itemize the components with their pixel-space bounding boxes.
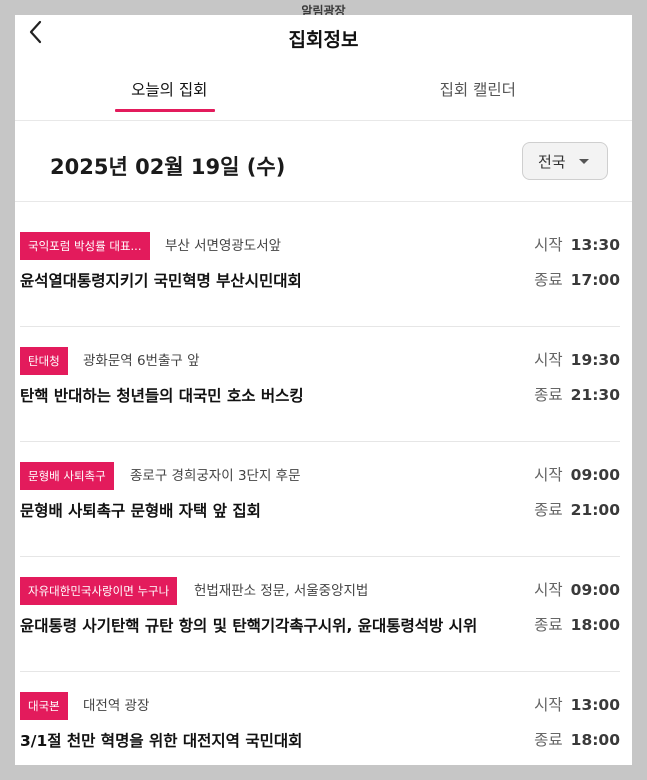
- start-time: 09:00: [570, 466, 620, 484]
- organizer-badge: 탄대청: [20, 347, 68, 375]
- organizer-badge: 문형배 사퇴촉구: [20, 462, 114, 490]
- event-item[interactable]: 국익포럼 박성률 대표... 부산 서면영광도서앞 윤석열대통령지키기 국민혁명…: [20, 202, 620, 327]
- start-time: 19:30: [570, 351, 620, 369]
- tab-today-rallies[interactable]: 오늘의 집회: [15, 65, 324, 120]
- region-selected-value: 전국: [538, 153, 566, 171]
- organizer-badge: 자유대한민국사랑이면 누구나: [20, 577, 178, 605]
- current-date: 2025년 02월 19일 (수): [50, 155, 286, 179]
- event-item[interactable]: 탄대청 광화문역 6번출구 앞 탄핵 반대하는 청년들의 대국민 호소 버스킹 …: [20, 327, 620, 442]
- tab-rally-calendar[interactable]: 집회 캘린더: [324, 65, 633, 120]
- event-title: 3/1절 천만 혁명을 위한 대전지역 국민대회: [20, 732, 303, 750]
- event-location: 헌법재판소 정문, 서울중앙지법: [194, 583, 369, 599]
- region-dropdown[interactable]: 전국: [522, 142, 608, 180]
- end-time: 21:00: [570, 501, 620, 519]
- page-title: 집회정보: [288, 29, 359, 51]
- event-location: 광화문역 6번출구 앞: [83, 353, 200, 369]
- event-title: 탄핵 반대하는 청년들의 대국민 호소 버스킹: [20, 387, 304, 405]
- tab-label: 오늘의 집회: [131, 81, 208, 99]
- start-time-row: 시작 19:30: [534, 349, 620, 371]
- tab-label: 집회 캘린더: [439, 81, 516, 99]
- start-time-row: 시작 09:00: [534, 464, 620, 486]
- end-time-row: 종료 21:30: [534, 384, 620, 406]
- active-tab-indicator: [115, 109, 215, 112]
- end-label: 종료: [534, 386, 563, 404]
- end-time: 18:00: [570, 731, 620, 749]
- start-label: 시작: [534, 351, 563, 369]
- end-time-row: 종료 17:00: [534, 269, 620, 291]
- event-item[interactable]: 대국본 대전역 광장 3/1절 천만 혁명을 위한 대전지역 국민대회 시작 13…: [20, 672, 620, 765]
- organizer-badge: 대국본: [20, 692, 68, 720]
- start-time: 13:00: [570, 696, 620, 714]
- caret-down-icon: [579, 159, 589, 164]
- event-title: 문형배 사퇴촉구 문형배 자택 앞 집회: [20, 502, 261, 520]
- header: 집회정보: [15, 15, 632, 65]
- app-panel: 집회정보 오늘의 집회 집회 캘린더 2025년 02월 19일 (수) 전국 …: [15, 15, 632, 765]
- end-label: 종료: [534, 616, 563, 634]
- start-time-row: 시작 13:30: [534, 234, 620, 256]
- start-label: 시작: [534, 236, 563, 254]
- end-time-row: 종료 18:00: [534, 614, 620, 636]
- event-location: 종로구 경희궁자이 3단지 후문: [130, 468, 301, 484]
- event-title: 윤석열대통령지키기 국민혁명 부산시민대회: [20, 272, 302, 290]
- organizer-badge: 국익포럼 박성률 대표...: [20, 232, 150, 260]
- end-label: 종료: [534, 271, 563, 289]
- tab-bar: 오늘의 집회 집회 캘린더: [15, 65, 632, 121]
- start-time-row: 시작 09:00: [534, 579, 620, 601]
- start-label: 시작: [534, 466, 563, 484]
- end-time-row: 종료 18:00: [534, 729, 620, 751]
- start-label: 시작: [534, 696, 563, 714]
- end-time: 21:30: [570, 386, 620, 404]
- start-time-row: 시작 13:00: [534, 694, 620, 716]
- event-location: 대전역 광장: [83, 698, 150, 714]
- start-time: 09:00: [570, 581, 620, 599]
- start-label: 시작: [534, 581, 563, 599]
- end-label: 종료: [534, 731, 563, 749]
- event-item[interactable]: 자유대한민국사랑이면 누구나 헌법재판소 정문, 서울중앙지법 윤대통령 사기탄…: [20, 557, 620, 672]
- start-time: 13:30: [570, 236, 620, 254]
- end-time: 18:00: [570, 616, 620, 634]
- end-label: 종료: [534, 501, 563, 519]
- event-list: 국익포럼 박성률 대표... 부산 서면영광도서앞 윤석열대통령지키기 국민혁명…: [15, 202, 632, 765]
- date-row: 2025년 02월 19일 (수) 전국: [15, 121, 632, 202]
- end-time-row: 종료 21:00: [534, 499, 620, 521]
- event-location: 부산 서면영광도서앞: [165, 238, 282, 254]
- end-time: 17:00: [570, 271, 620, 289]
- event-title: 윤대통령 사기탄핵 규탄 항의 및 탄핵기각촉구시위, 윤대통령석방 시위: [20, 617, 478, 635]
- event-item[interactable]: 문형배 사퇴촉구 종로구 경희궁자이 3단지 후문 문형배 사퇴촉구 문형배 자…: [20, 442, 620, 557]
